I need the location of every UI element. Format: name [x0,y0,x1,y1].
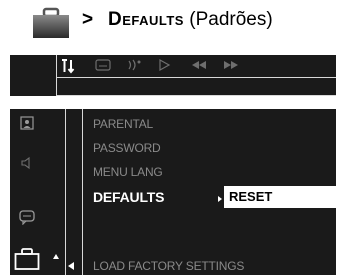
toolbox-icon [33,7,69,38]
arrow-left-icon [68,262,74,270]
selection-marker-icon [218,196,222,202]
fast-forward-icon[interactable] [222,58,240,74]
sidebar-divider [65,109,66,275]
heading-arrow: > [82,9,94,30]
sidebar-item-settings-selected[interactable] [10,245,46,275]
rewind-icon[interactable] [190,58,208,74]
toolbox-icon [14,248,40,270]
osd-screen: Parental Password Menu Lang Defaults Loa… [10,55,336,275]
settings-tools-icon[interactable] [60,58,76,74]
page-title-translation: (Padrões) [183,9,273,30]
page-title: Defaults (Padrões) [108,9,273,31]
menu-item-load-factory-settings[interactable]: Load Factory Settings [93,259,244,273]
reset-option[interactable]: RESET [224,186,336,208]
page-title-main: Defaults [108,9,184,30]
menu-item-password[interactable]: Password [93,141,161,155]
top-bar-frame-left [56,55,57,95]
speaker-icon[interactable] [17,155,37,171]
arrow-up-icon [53,254,59,259]
top-menu-bar [10,55,336,96]
parental-icon[interactable] [17,115,37,131]
menu-item-defaults[interactable]: Defaults [93,189,164,205]
page: > Defaults (Padrões) PARENTAL PASSWORD M… [0,0,349,275]
audio-icon[interactable] [125,58,143,74]
reset-option-label: RESET [229,189,273,204]
heading: > Defaults (Padrões) [0,0,349,44]
top-bar-icons [10,55,336,77]
menu-item-parental[interactable]: Parental [93,117,153,131]
top-bar-divider [56,77,336,78]
play-icon[interactable] [156,58,172,74]
chat-icon[interactable] [17,209,37,225]
menu-item-menu-lang[interactable]: Menu Lang [93,165,163,179]
sidebar-divider-2 [82,109,83,275]
subtitle-icon[interactable] [94,58,112,74]
screen-gap [10,96,336,109]
